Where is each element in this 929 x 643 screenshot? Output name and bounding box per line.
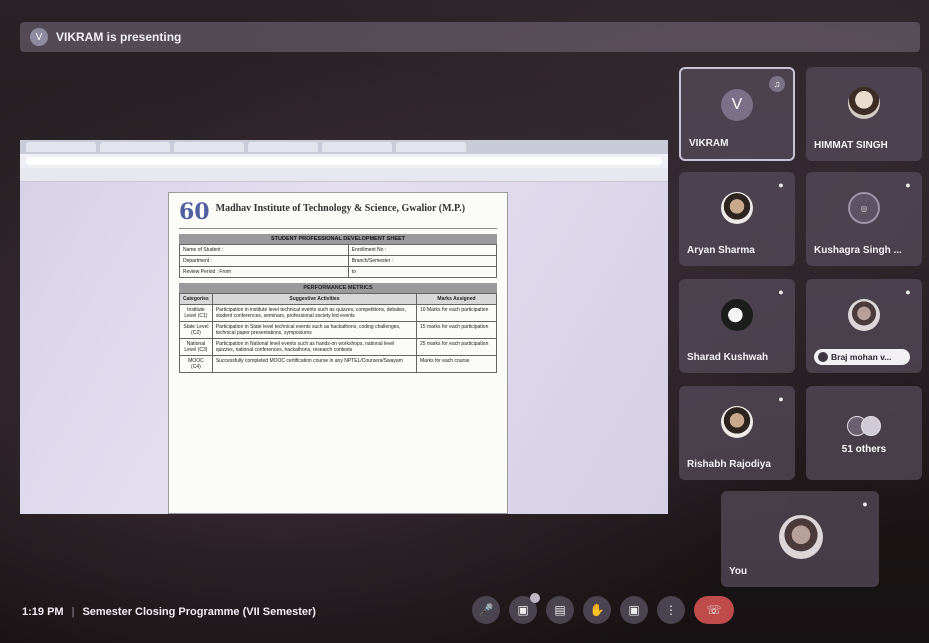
- participant-name: Sharad Kushwah: [687, 352, 769, 363]
- shared-screen: 60 Madhav Institute of Technology & Scie…: [20, 140, 668, 514]
- mic-off-icon: ●: [778, 287, 784, 297]
- call-controls: 🎤 ▣ ▤ ✋ ▣ ⋮ ☏: [472, 593, 734, 624]
- more-icon[interactable]: ⋮: [657, 596, 685, 624]
- browser-tab: [396, 142, 466, 152]
- avatar: [848, 299, 880, 331]
- avatar: [721, 299, 753, 331]
- participant-tile-sharad[interactable]: ● Sharad Kushwah: [679, 279, 795, 373]
- student-fields: Name of Student : Enrollment No : Depart…: [179, 244, 498, 278]
- metrics-cell: National Level (C3): [179, 338, 213, 356]
- participant-name-chip: Braj mohan v...: [814, 349, 910, 365]
- presenting-text: VIKRAM is presenting: [56, 30, 182, 44]
- mic-off-icon: ●: [905, 287, 911, 297]
- metrics-header: Suggestive Activities: [211, 293, 418, 305]
- mic-off-icon: ●: [905, 180, 911, 190]
- participant-tile-you[interactable]: ● You: [721, 491, 879, 587]
- avatar: [848, 87, 880, 119]
- field-label: Name of Student :: [179, 244, 349, 256]
- avatar: V: [721, 89, 753, 121]
- hand-icon[interactable]: ✋: [583, 596, 611, 624]
- speaking-icon: ♫: [769, 76, 785, 92]
- metrics-cell: Marks for each course: [416, 355, 497, 373]
- participant-name: VIKRAM: [689, 138, 729, 149]
- pdf-viewer: 60 Madhav Institute of Technology & Scie…: [20, 182, 668, 514]
- institute-address: [216, 216, 465, 222]
- browser-tab: [174, 142, 244, 152]
- institute-logo: 60: [179, 199, 210, 225]
- table-row: MOOC (C4) Successfully completed MOOC ce…: [179, 355, 497, 373]
- metrics-header: Categories: [179, 293, 213, 305]
- participant-tile-braj[interactable]: ● Braj mohan v...: [806, 279, 922, 373]
- others-avatars: [847, 416, 881, 436]
- table-row: National Level (C3) Participation in Nat…: [179, 338, 497, 356]
- institute-name: Madhav Institute of Technology & Science…: [215, 202, 466, 214]
- avatar: [721, 192, 753, 224]
- table-row: State Level (C2) Participation in State …: [179, 321, 497, 339]
- separator: |: [71, 606, 75, 618]
- field-label: Branch/Semester :: [347, 255, 498, 267]
- meeting-time: 1:19 PM: [22, 606, 64, 618]
- metrics-cell: 15 marks for each participation: [416, 321, 497, 339]
- mic-off-icon: ●: [862, 499, 868, 509]
- participant-tile-vikram[interactable]: V ♫ VIKRAM: [679, 67, 795, 161]
- mic-icon[interactable]: 🎤: [472, 596, 500, 624]
- avatar: [779, 515, 823, 559]
- browser-tab: [248, 142, 318, 152]
- present-icon[interactable]: ▣: [620, 596, 648, 624]
- browser-address-bar: [20, 154, 668, 168]
- metrics-cell: Participation in institute level technic…: [211, 304, 418, 322]
- participant-name: Kushagra Singh ...: [814, 245, 902, 256]
- metrics-cell: Participation in National level events s…: [211, 338, 418, 356]
- participant-tile-rishabh[interactable]: ● Rishabh Rajodiya: [679, 386, 795, 480]
- person-icon: [818, 352, 828, 362]
- participant-tile-others[interactable]: 51 others: [806, 386, 922, 480]
- meeting-info: 1:19 PM | Semester Closing Programme (VI…: [22, 606, 316, 618]
- participant-name: Braj mohan v...: [831, 352, 892, 362]
- others-count: 51 others: [841, 444, 887, 455]
- metrics-cell: State Level (C2): [179, 321, 213, 339]
- metrics-cell: 25 marks for each participation: [416, 338, 497, 356]
- presenter-avatar: V: [30, 28, 48, 46]
- field-label: Enrollment No :: [347, 244, 498, 256]
- participant-name: HIMMAT SINGH: [814, 140, 888, 151]
- participant-tile-aryan[interactable]: ● Aryan Sharma: [679, 172, 795, 266]
- mic-off-icon: ●: [778, 180, 784, 190]
- metrics-cell: Institute Level (C1): [179, 304, 213, 322]
- captions-icon[interactable]: ▤: [546, 596, 574, 624]
- metrics-cell: Participation in State level technical e…: [211, 321, 418, 339]
- field-label: Department :: [179, 255, 349, 267]
- participant-name: You: [729, 566, 748, 577]
- avatar: [861, 416, 881, 436]
- browser-tab: [100, 142, 170, 152]
- metrics-cell: MOOC (C4): [179, 355, 213, 373]
- browser-tab: [322, 142, 392, 152]
- avatar: ◎: [848, 192, 880, 224]
- mic-off-icon: ●: [778, 394, 784, 404]
- participant-name: Rishabh Rajodiya: [687, 459, 771, 470]
- sheet-title: STUDENT PROFESSIONAL DEVELOPMENT SHEET: [179, 234, 497, 244]
- field-label: Review Period : From: [179, 266, 349, 278]
- meeting-title: Semester Closing Programme (VII Semester…: [82, 606, 316, 618]
- metrics-title: PERFORMANCE METRICS: [179, 283, 497, 293]
- browser-tab: [26, 142, 96, 152]
- participant-tile-kushagra[interactable]: ◎ ● Kushagra Singh ...: [806, 172, 922, 266]
- participant-name: Aryan Sharma: [687, 245, 755, 256]
- metrics-cell: 10 Marks for each participation: [416, 304, 497, 322]
- pdf-toolbar: [20, 168, 668, 182]
- presenting-banner: V VIKRAM is presenting: [20, 22, 920, 52]
- browser-tabs: [20, 140, 668, 154]
- metrics-table: Categories Suggestive Activities Marks A…: [179, 293, 497, 373]
- doc-header: 60 Madhav Institute of Technology & Scie…: [179, 199, 497, 229]
- participant-tile-himmat[interactable]: HIMMAT SINGH: [806, 67, 922, 161]
- metrics-cell: Successfully completed MOOC certificatio…: [211, 355, 418, 373]
- hangup-icon[interactable]: ☏: [694, 596, 734, 624]
- table-row: Institute Level (C1) Participation in in…: [179, 304, 497, 322]
- metrics-header: Marks Assigned: [416, 293, 497, 305]
- field-label: to: [347, 266, 498, 278]
- notification-badge: [530, 593, 540, 603]
- camera-off-icon[interactable]: ▣: [509, 593, 540, 624]
- pdf-page: 60 Madhav Institute of Technology & Scie…: [168, 192, 508, 514]
- avatar: [721, 406, 753, 438]
